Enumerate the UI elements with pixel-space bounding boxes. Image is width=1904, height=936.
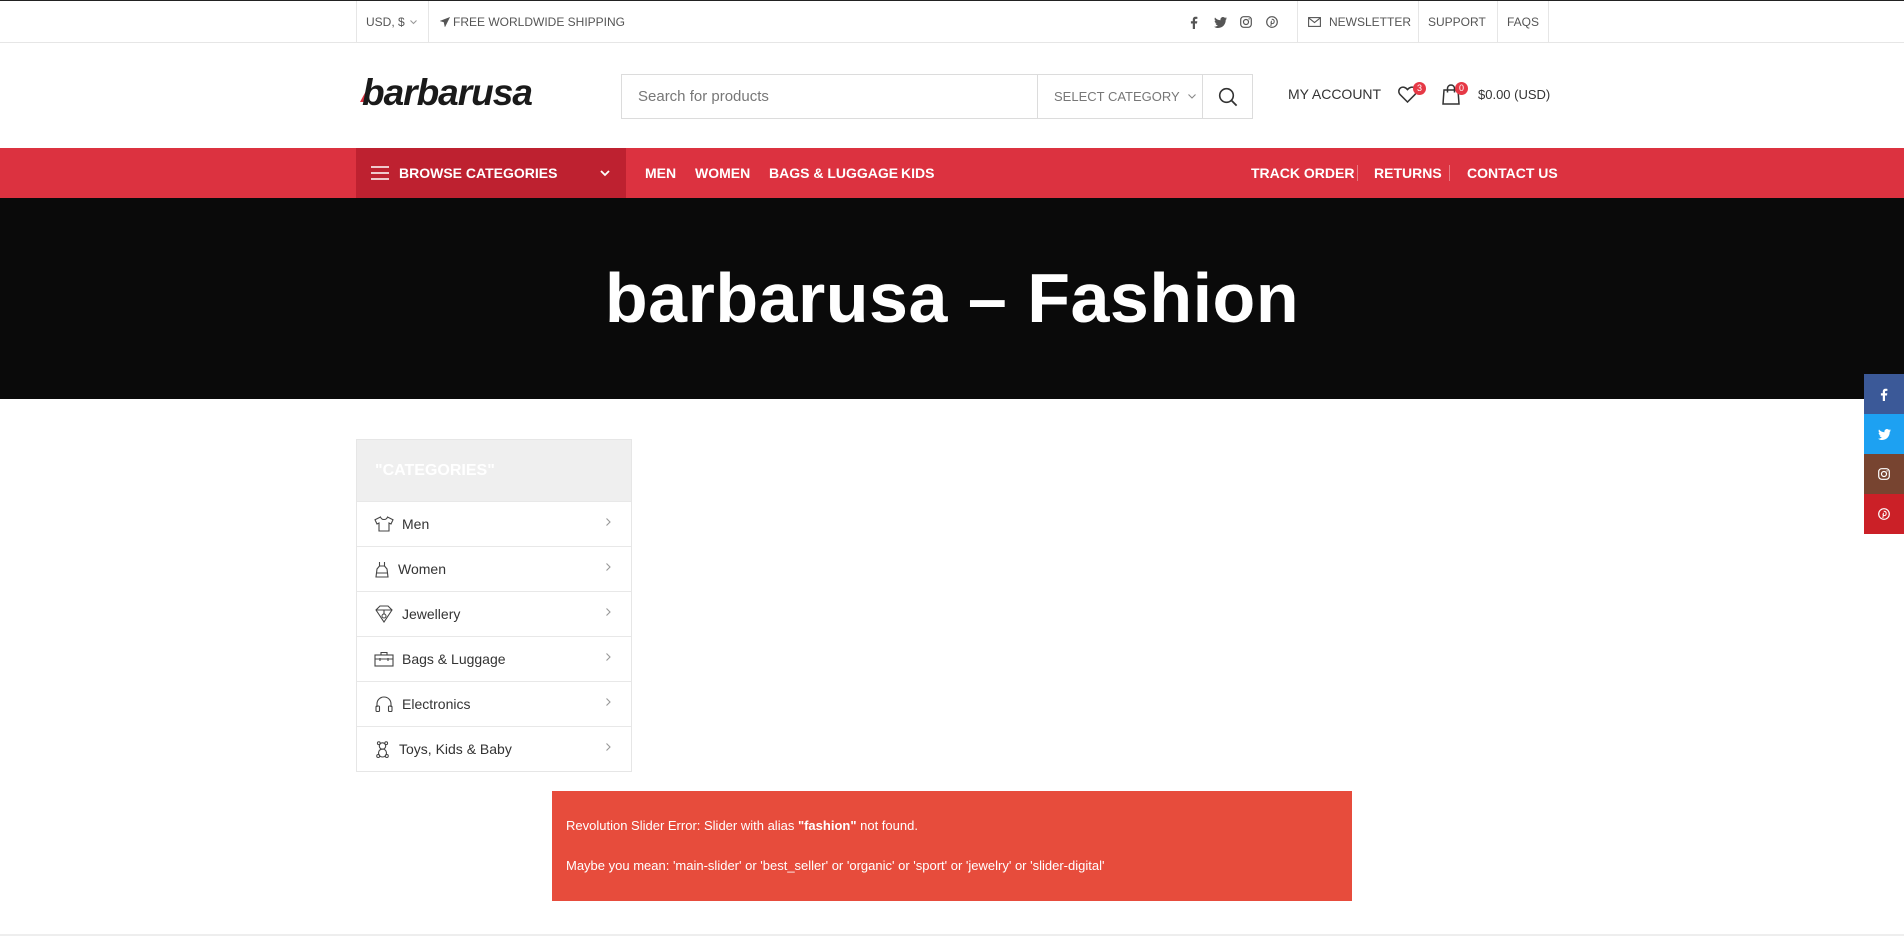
category-item-toys-kids-baby[interactable]: Toys, Kids & Baby	[357, 726, 631, 771]
error-alias: "fashion"	[797, 818, 857, 833]
nav-item-women[interactable]: WOMEN	[695, 148, 750, 198]
nav-divider	[1449, 165, 1450, 181]
support-link[interactable]: SUPPORT	[1428, 1, 1486, 43]
shipping-notice: FREE WORLDWIDE SHIPPING	[440, 1, 625, 43]
divider	[1297, 1, 1298, 43]
error-line-2: Maybe you mean: 'main-slider' or 'best_s…	[566, 858, 1105, 873]
categories-widget: "CATEGORIES" Men Women Jewellery Bags & …	[356, 439, 632, 772]
nav-item-kids[interactable]: KIDS	[901, 148, 934, 198]
facebook-icon	[1880, 388, 1888, 401]
shipping-text: FREE WORLDWIDE SHIPPING	[453, 15, 626, 29]
divider	[356, 1, 357, 43]
bag-icon	[374, 649, 394, 669]
share-pinterest-button[interactable]	[1864, 494, 1904, 534]
chevron-right-icon	[606, 608, 611, 616]
share-facebook-button[interactable]	[1864, 374, 1904, 414]
pinterest-icon[interactable]	[1266, 1, 1278, 43]
browse-categories-button[interactable]: BROWSE CATEGORIES	[356, 148, 626, 198]
my-account-link[interactable]: MY ACCOUNT	[1288, 86, 1381, 102]
chevron-right-icon	[606, 743, 611, 751]
category-label: Women	[398, 561, 446, 577]
headphones-icon	[374, 694, 394, 714]
wishlist-button[interactable]: 3	[1398, 82, 1426, 108]
jewel-icon	[374, 604, 394, 624]
hamburger-menu-icon	[371, 166, 389, 180]
search-bar: SELECT CATEGORY	[621, 74, 1253, 119]
slider-error-message: Revolution Slider Error: Slider with ali…	[552, 791, 1352, 901]
categories-title: "CATEGORIES"	[357, 440, 631, 501]
divider	[1548, 1, 1549, 43]
error-text: not found.	[856, 818, 918, 833]
pinterest-icon	[1878, 508, 1890, 520]
newsletter-label: NEWSLETTER	[1329, 15, 1412, 29]
currency-label: USD, $	[366, 15, 405, 29]
plane-icon	[440, 17, 450, 27]
category-item-bags-luggage[interactable]: Bags & Luggage	[357, 636, 631, 681]
logo[interactable]: barbarusa	[358, 76, 600, 112]
search-icon	[1218, 87, 1238, 107]
envelope-icon	[1308, 17, 1321, 27]
category-label: Bags & Luggage	[402, 651, 506, 667]
category-label: Jewellery	[402, 606, 461, 622]
newsletter-link[interactable]: NEWSLETTER	[1308, 1, 1411, 43]
chevron-down-icon	[1187, 94, 1196, 99]
nav-item-men[interactable]: MEN	[645, 148, 676, 198]
top-bar: USD, $ FREE WORLDWIDE SHIPPING NEWSLETTE…	[0, 0, 1904, 43]
share-twitter-button[interactable]	[1864, 414, 1904, 454]
divider	[1497, 1, 1498, 43]
browse-categories-label: BROWSE CATEGORIES	[399, 165, 558, 181]
page-title-banner: barbarusa – Fashion	[0, 198, 1904, 399]
faqs-link[interactable]: FAQS	[1507, 1, 1539, 43]
chevron-down-icon	[600, 170, 610, 177]
chevron-right-icon	[606, 563, 611, 571]
category-select-label: SELECT CATEGORY	[1054, 89, 1180, 104]
teddy-bear-icon	[374, 739, 391, 759]
cart-count-badge: 0	[1455, 82, 1468, 95]
nav-item-contact-us[interactable]: CONTACT US	[1467, 148, 1558, 198]
instagram-icon[interactable]	[1240, 1, 1252, 43]
chevron-down-icon	[409, 19, 417, 25]
wishlist-count-badge: 3	[1413, 82, 1426, 95]
category-item-men[interactable]: Men	[357, 501, 631, 546]
page-title: barbarusa – Fashion	[604, 258, 1300, 337]
main-nav: BROWSE CATEGORIES MEN WOMEN BAGS & LUGGA…	[0, 148, 1904, 198]
category-item-women[interactable]: Women	[357, 546, 631, 591]
share-instagram-button[interactable]	[1864, 454, 1904, 494]
category-item-electronics[interactable]: Electronics	[357, 681, 631, 726]
divider	[428, 1, 429, 43]
nav-divider	[1357, 165, 1358, 181]
divider	[1418, 1, 1419, 43]
category-label: Toys, Kids & Baby	[399, 741, 512, 757]
chevron-right-icon	[606, 653, 611, 661]
category-item-jewellery[interactable]: Jewellery	[357, 591, 631, 636]
category-select[interactable]: SELECT CATEGORY	[1037, 75, 1202, 118]
cart-total[interactable]: $0.00 (USD)	[1478, 87, 1550, 102]
category-label: Men	[402, 516, 430, 532]
search-button[interactable]	[1202, 75, 1253, 118]
tshirt-icon	[374, 514, 394, 534]
cart-button[interactable]: 0	[1442, 82, 1468, 106]
twitter-icon	[1877, 428, 1891, 440]
svg-text:barbarusa: barbarusa	[362, 76, 532, 112]
nav-item-returns[interactable]: RETURNS	[1374, 148, 1442, 198]
dress-icon	[374, 559, 390, 579]
nav-item-track-order[interactable]: TRACK ORDER	[1251, 148, 1354, 198]
facebook-icon[interactable]	[1190, 1, 1198, 43]
category-label: Electronics	[402, 696, 471, 712]
chevron-right-icon	[606, 698, 611, 706]
nav-item-bags-luggage[interactable]: BAGS & LUGGAGE	[769, 148, 898, 198]
search-input[interactable]	[622, 75, 1037, 118]
error-line-1: Revolution Slider Error: Slider with ali…	[566, 818, 918, 833]
instagram-icon	[1878, 468, 1890, 480]
faqs-label: FAQS	[1507, 15, 1540, 29]
chevron-right-icon	[606, 518, 611, 526]
error-text: Revolution Slider Error: Slider with ali…	[566, 818, 798, 833]
support-label: SUPPORT	[1428, 15, 1486, 29]
twitter-icon[interactable]	[1214, 1, 1227, 43]
logo-image: barbarusa	[360, 76, 533, 112]
currency-switcher[interactable]: USD, $	[366, 1, 428, 43]
